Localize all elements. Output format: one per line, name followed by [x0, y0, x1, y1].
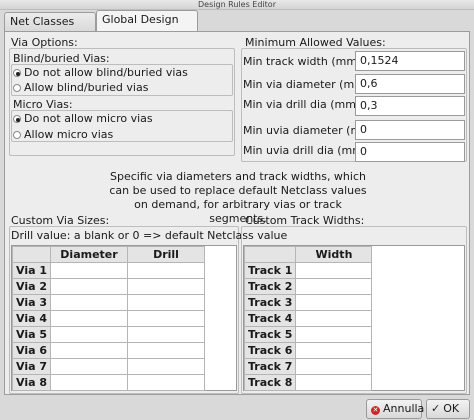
row-header[interactable]: Via 6 [12, 342, 51, 359]
tab-net-classes-editor[interactable]: Net Classes Editor [4, 12, 96, 46]
via-drill-cell[interactable] [127, 358, 205, 375]
radio-selected-icon [13, 69, 21, 77]
cancel-button-label: Annulla [383, 402, 425, 415]
row-header[interactable]: Via 2 [12, 278, 51, 295]
row-header[interactable]: Track 2 [243, 278, 297, 295]
radio-label: Allow blind/buried vias [24, 81, 149, 94]
row-header[interactable]: Track 3 [243, 294, 297, 311]
via-diameter-cell[interactable] [50, 278, 128, 295]
via-drill-cell[interactable] [127, 294, 205, 311]
column-header-width[interactable]: Width [295, 246, 373, 263]
row-header[interactable]: Track 1 [243, 262, 297, 279]
radio-selected-icon [13, 115, 21, 123]
radio-allow-blind-vias[interactable]: Allow blind/buried vias [13, 81, 148, 94]
grid-corner [12, 246, 51, 263]
cancel-icon: ✕ [371, 406, 380, 415]
custom-track-grid: Width Track 1 Track 2 Track 3 Track 4 Tr… [243, 245, 465, 391]
via-diameter-cell[interactable] [50, 358, 128, 375]
radio-unselected-icon [13, 84, 21, 92]
radio-label: Allow micro vias [24, 128, 114, 141]
info-line: Specific via diameters and track widths,… [110, 170, 366, 183]
grid-corner [243, 246, 297, 263]
via-drill-cell[interactable] [127, 326, 205, 343]
track-width-cell[interactable] [295, 358, 373, 375]
min-via-drill-field[interactable]: 0,3 [355, 96, 465, 116]
column-header-drill[interactable]: Drill [127, 246, 205, 263]
min-uvia-diameter-label: Min uvia diameter (mm): [243, 124, 380, 137]
track-width-cell[interactable] [295, 262, 373, 279]
radio-no-micro-vias[interactable]: Do not allow micro vias [13, 112, 153, 125]
via-diameter-cell[interactable] [50, 374, 128, 391]
via-diameter-cell[interactable] [50, 294, 128, 311]
row-header[interactable]: Via 4 [12, 310, 51, 327]
ok-button-label: OK [443, 402, 460, 415]
min-via-drill-label: Min via drill dia (mm): [243, 98, 364, 111]
info-line: can be used to replace default Netclass … [109, 184, 367, 197]
radio-allow-micro-vias[interactable]: Allow micro vias [13, 128, 113, 141]
min-via-diameter-label: Min via diameter (mm): [243, 78, 373, 91]
track-width-cell[interactable] [295, 294, 373, 311]
min-uvia-drill-field[interactable]: 0 [355, 142, 465, 162]
track-width-cell[interactable] [295, 342, 373, 359]
via-diameter-cell[interactable] [50, 342, 128, 359]
via-diameter-cell[interactable] [50, 310, 128, 327]
tab-global-design-rules[interactable]: Global Design Rules [96, 10, 198, 44]
min-uvia-drill-label: Min uvia drill dia (mm): [243, 144, 371, 157]
track-width-cell[interactable] [295, 278, 373, 295]
min-track-width-label: Min track width (mm): [243, 55, 366, 68]
custom-via-grid: Diameter Drill Via 1 Via 2 Via 3 Via 4 V… [11, 245, 237, 391]
radio-no-blind-vias[interactable]: Do not allow blind/buried vias [13, 66, 188, 79]
window-title: Design Rules Editor [0, 0, 474, 10]
via-drill-cell[interactable] [127, 310, 205, 327]
via-drill-cell[interactable] [127, 262, 205, 279]
row-header[interactable]: Track 8 [243, 374, 297, 391]
radio-unselected-icon [13, 131, 21, 139]
track-width-cell[interactable] [295, 326, 373, 343]
cancel-button[interactable]: ✕ Annulla [366, 399, 425, 419]
radio-label: Do not allow micro vias [24, 112, 153, 125]
via-drill-cell[interactable] [127, 342, 205, 359]
via-diameter-cell[interactable] [50, 262, 128, 279]
via-drill-cell[interactable] [127, 374, 205, 391]
ok-button[interactable]: ✓ OK [426, 399, 470, 419]
min-track-width-field[interactable]: 0,1524 [355, 51, 465, 71]
min-uvia-diameter-field[interactable]: 0 [355, 120, 465, 140]
row-header[interactable]: Track 4 [243, 310, 297, 327]
track-width-cell[interactable] [295, 374, 373, 391]
row-header[interactable]: Via 5 [12, 326, 51, 343]
radio-label: Do not allow blind/buried vias [24, 66, 188, 79]
global-design-rules-panel: Via Options: Blind/buried Vias: Do not a… [4, 31, 470, 395]
checkmark-icon: ✓ [431, 402, 441, 415]
row-header[interactable]: Via 3 [12, 294, 51, 311]
row-header[interactable]: Via 1 [12, 262, 51, 279]
row-header[interactable]: Track 5 [243, 326, 297, 343]
column-header-diameter[interactable]: Diameter [50, 246, 128, 263]
row-header[interactable]: Via 7 [12, 358, 51, 375]
track-width-cell[interactable] [295, 310, 373, 327]
via-diameter-cell[interactable] [50, 326, 128, 343]
row-header[interactable]: Track 6 [243, 342, 297, 359]
row-header[interactable]: Via 8 [12, 374, 51, 391]
via-drill-cell[interactable] [127, 278, 205, 295]
min-via-diameter-field[interactable]: 0,6 [355, 74, 465, 94]
row-header[interactable]: Track 7 [243, 358, 297, 375]
